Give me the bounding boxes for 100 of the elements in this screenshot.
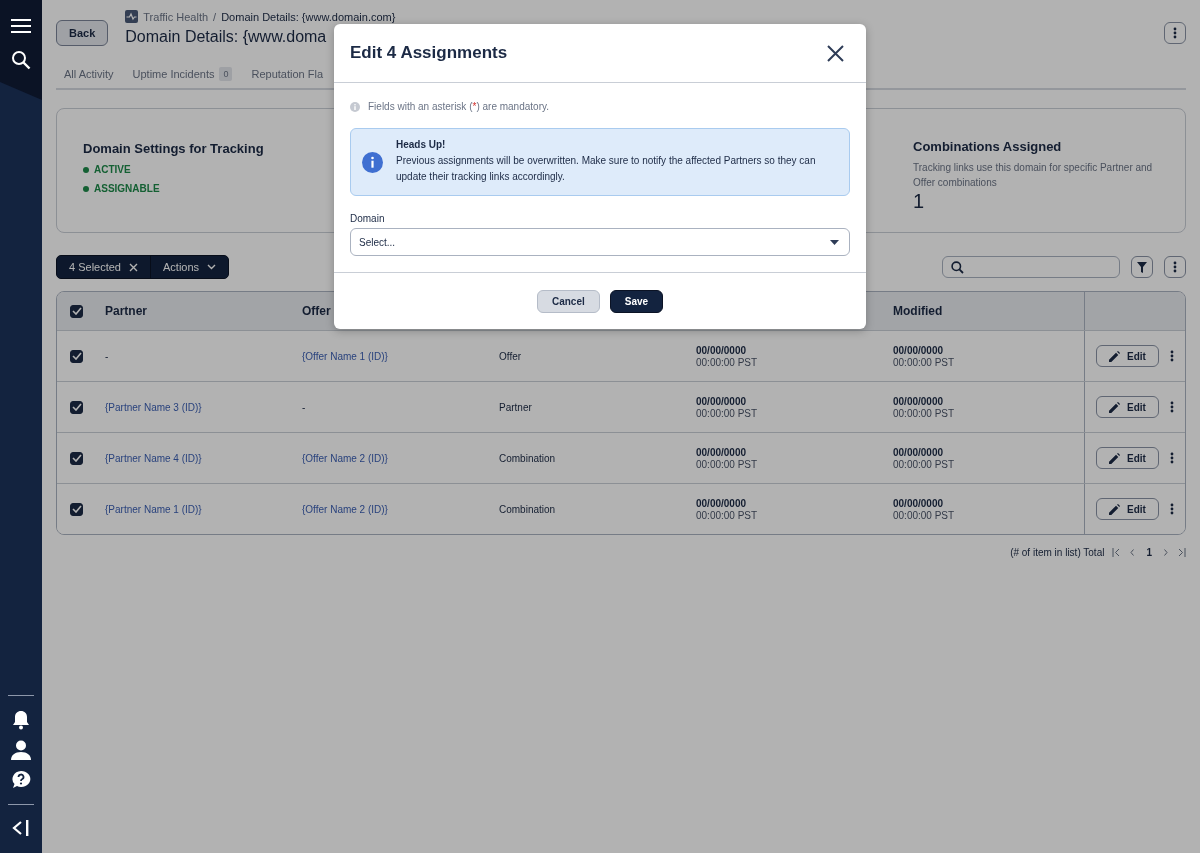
date-text: 00/00/0000 bbox=[696, 395, 747, 407]
date-text: 00/00/0000 bbox=[696, 446, 747, 458]
combination-count: 1 bbox=[913, 190, 926, 213]
cancel-button[interactable]: Cancel bbox=[536, 290, 600, 313]
row-checkbox[interactable] bbox=[70, 349, 83, 363]
date-text: 00/00/0000 bbox=[893, 446, 944, 458]
actions-button[interactable]: Actions bbox=[150, 256, 229, 278]
card-description: Tracking links use this domain for specific Partner and Offer combinations bbox=[913, 161, 1154, 190]
alert-message: Previous assignments will be overwritten. Make sure to notify the affected Partners so they can update their tracking links accordingly. bbox=[396, 154, 817, 184]
more-button[interactable] bbox=[1164, 22, 1186, 44]
back-button[interactable]: Back bbox=[56, 20, 109, 46]
column-header: Offer bbox=[302, 304, 331, 318]
mandatory-note: Fields with an asterisk (*) are mandatory. bbox=[368, 101, 549, 112]
partner-link[interactable]: {Partner Name 3 (ID)} bbox=[105, 401, 202, 413]
pencil-icon bbox=[1109, 401, 1121, 413]
type-cell: Combination bbox=[499, 503, 556, 515]
breadcrumb-link[interactable]: Traffic Health bbox=[143, 10, 209, 23]
more-icon[interactable] bbox=[1169, 401, 1174, 413]
row-checkbox[interactable] bbox=[70, 451, 83, 465]
more-button[interactable] bbox=[1164, 256, 1186, 278]
edit-button[interactable]: Edit bbox=[1096, 447, 1159, 469]
time-text: 00:00:00 PST bbox=[696, 458, 758, 470]
more-icon[interactable] bbox=[1169, 503, 1174, 515]
status-label: ACTIVE bbox=[94, 164, 131, 175]
card-title: Combinations Assigned bbox=[913, 139, 1063, 154]
filter-icon bbox=[1137, 261, 1147, 273]
alert-title: Heads Up! bbox=[396, 139, 447, 150]
more-icon bbox=[1173, 261, 1177, 273]
offer-link[interactable]: {Offer Name 1 (ID)} bbox=[302, 350, 388, 362]
more-icon bbox=[1173, 27, 1177, 39]
status-label: ASSIGNABLE bbox=[94, 183, 160, 194]
save-button[interactable]: Save bbox=[609, 290, 664, 313]
last-page-icon[interactable] bbox=[1177, 548, 1186, 557]
health-icon bbox=[125, 10, 139, 23]
type-cell: Combination bbox=[499, 452, 556, 464]
help-icon[interactable] bbox=[11, 770, 31, 790]
status-dot bbox=[83, 185, 89, 192]
time-text: 00:00:00 PST bbox=[696, 407, 758, 419]
more-icon[interactable] bbox=[1169, 350, 1174, 362]
tab[interactable]: All Activity bbox=[56, 61, 114, 90]
field-label: Domain bbox=[350, 213, 386, 224]
time-text: 00:00:00 PST bbox=[893, 509, 955, 521]
edit-button[interactable]: Edit bbox=[1096, 396, 1159, 418]
date-text: 00/00/0000 bbox=[893, 344, 944, 356]
menu-icon[interactable] bbox=[11, 18, 31, 34]
date-text: 00/00/0000 bbox=[696, 497, 747, 509]
partner-cell: - bbox=[105, 350, 109, 362]
date-text: 00/00/0000 bbox=[696, 344, 747, 356]
time-text: 00:00:00 PST bbox=[893, 356, 955, 368]
filter-button[interactable] bbox=[1131, 256, 1153, 278]
domain-select[interactable]: Select... bbox=[350, 228, 850, 256]
info-icon bbox=[350, 101, 360, 112]
row-checkbox[interactable] bbox=[70, 400, 83, 414]
bell-icon[interactable] bbox=[12, 710, 30, 730]
time-text: 00:00:00 PST bbox=[893, 458, 955, 470]
close-icon[interactable] bbox=[827, 44, 844, 62]
breadcrumb-separator: / bbox=[213, 10, 217, 23]
more-icon[interactable] bbox=[1169, 452, 1174, 464]
previous-page-icon[interactable] bbox=[1129, 548, 1136, 557]
caret-icon bbox=[830, 239, 839, 245]
pencil-icon bbox=[1109, 452, 1121, 464]
offer-cell: - bbox=[302, 401, 306, 413]
tab[interactable]: Uptime Incidents 0 bbox=[124, 61, 233, 90]
date-text: 00/00/0000 bbox=[893, 395, 944, 407]
column-header: Modified bbox=[893, 304, 943, 318]
time-text: 00:00:00 PST bbox=[893, 407, 955, 419]
card-title: Domain Settings for Tracking bbox=[83, 141, 264, 156]
offer-link[interactable]: {Offer Name 2 (ID)} bbox=[302, 452, 388, 464]
type-cell: Partner bbox=[499, 401, 532, 413]
time-text: 00:00:00 PST bbox=[696, 356, 758, 368]
search-field[interactable] bbox=[942, 256, 1120, 278]
column-header: Partner bbox=[105, 304, 148, 318]
next-page-icon[interactable] bbox=[1163, 548, 1169, 557]
pencil-icon bbox=[1109, 350, 1121, 362]
tab[interactable]: Reputation Fla bbox=[243, 61, 323, 90]
date-text: 00/00/0000 bbox=[893, 497, 944, 509]
modal-title: Edit 4 Assignments bbox=[350, 43, 508, 63]
page-number[interactable]: 1 bbox=[1143, 547, 1155, 558]
search-icon[interactable] bbox=[11, 50, 31, 70]
search-icon bbox=[951, 260, 964, 274]
row-checkbox[interactable] bbox=[70, 502, 83, 516]
pencil-icon bbox=[1109, 503, 1121, 515]
total-count: (# of item in list) Total bbox=[1010, 547, 1105, 558]
offer-link[interactable]: {Offer Name 2 (ID)} bbox=[302, 503, 388, 515]
partner-link[interactable]: {Partner Name 4 (ID)} bbox=[105, 452, 202, 464]
collapse-icon[interactable] bbox=[12, 819, 30, 837]
first-page-icon[interactable] bbox=[1112, 548, 1122, 557]
edit-button[interactable]: Edit bbox=[1096, 498, 1159, 520]
type-cell: Offer bbox=[499, 350, 522, 362]
chevron-down-icon bbox=[207, 264, 217, 270]
close-icon bbox=[129, 262, 138, 272]
count-badge: 0 bbox=[219, 67, 233, 81]
info-icon bbox=[362, 151, 383, 173]
page-title: Domain Details: {www.doma bbox=[125, 28, 328, 46]
time-text: 00:00:00 PST bbox=[696, 509, 758, 521]
user-icon[interactable] bbox=[11, 740, 31, 760]
edit-button[interactable]: Edit bbox=[1096, 345, 1159, 367]
partner-link[interactable]: {Partner Name 1 (ID)} bbox=[105, 503, 202, 515]
status-dot bbox=[83, 166, 89, 173]
select-all-checkbox[interactable] bbox=[70, 304, 83, 318]
